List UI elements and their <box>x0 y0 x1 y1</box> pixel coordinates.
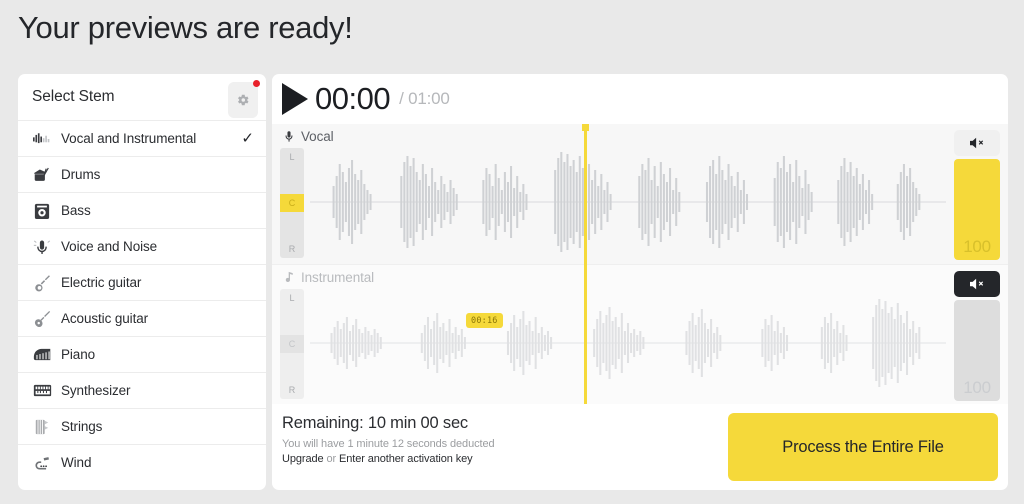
sidebar-item-label: Bass <box>61 203 91 218</box>
electric-guitar-icon <box>32 273 52 293</box>
volume-column-vocal: 100 <box>954 130 1000 260</box>
drums-icon <box>32 165 52 185</box>
track-instrumental-header: Instrumental <box>281 269 374 285</box>
playhead-handle[interactable] <box>582 124 589 131</box>
play-icon[interactable] <box>282 83 308 115</box>
volume-column-instrumental: 100 <box>954 271 1000 401</box>
sidebar-header: Select Stem <box>18 74 266 120</box>
sidebar-item-vocal-and-instrumental[interactable]: Vocal and Instrumental ✓ <box>18 120 266 156</box>
pan-handle[interactable]: C <box>280 194 304 212</box>
track-name: Instrumental <box>301 269 375 285</box>
sidebar-item-label: Strings <box>61 419 103 434</box>
speaker-mute-icon <box>970 137 984 149</box>
pan-right-label: R <box>288 385 296 395</box>
sidebar-item-label: Vocal and Instrumental <box>61 131 197 146</box>
mute-button-instrumental[interactable] <box>954 271 1000 297</box>
volume-value: 100 <box>963 378 991 397</box>
select-stem-panel: Select Stem Vocal and Instrumental ✓ Dru… <box>18 74 266 490</box>
footer: Remaining: 10 min 00 sec You will have 1… <box>272 404 1008 490</box>
activation-key-link[interactable]: Enter another activation key <box>339 453 473 465</box>
acoustic-guitar-icon <box>32 309 52 329</box>
pan-slider-instrumental[interactable]: L C R <box>280 289 304 399</box>
sidebar-item-bass[interactable]: Bass <box>18 192 266 228</box>
process-entire-file-button[interactable]: Process the Entire File <box>728 413 998 481</box>
sidebar-item-synthesizer[interactable]: Synthesizer <box>18 372 266 408</box>
pan-right-label: R <box>288 244 296 254</box>
sidebar-item-electric-guitar[interactable]: Electric guitar <box>18 264 266 300</box>
speaker-mute-icon <box>970 278 984 290</box>
bass-amp-icon <box>32 201 52 221</box>
volume-value: 100 <box>963 237 991 256</box>
waveform-instrumental[interactable] <box>310 287 946 399</box>
sidebar-item-voice-and-noise[interactable]: Voice and Noise <box>18 228 266 264</box>
selected-check-icon: ✓ <box>241 130 254 147</box>
sidebar-item-label: Drums <box>61 167 101 182</box>
wind-instrument-icon <box>32 453 52 473</box>
music-note-icon <box>281 269 297 285</box>
sidebar-item-strings[interactable]: Strings <box>18 408 266 444</box>
sidebar-item-label: Wind <box>61 455 92 470</box>
remaining-time: Remaining: 10 min 00 sec <box>282 414 468 432</box>
pan-left-label: L <box>289 152 295 162</box>
piano-icon <box>32 345 52 365</box>
player-header: 00:00 / 01:00 <box>272 74 1008 124</box>
settings-button[interactable] <box>228 80 260 118</box>
pan-handle[interactable]: C <box>280 335 304 353</box>
track-name: Vocal <box>301 128 334 144</box>
gear-icon <box>238 94 249 106</box>
microphone-icon <box>32 237 52 257</box>
waveform-icon <box>32 129 52 149</box>
sidebar-item-acoustic-guitar[interactable]: Acoustic guitar <box>18 300 266 336</box>
mute-button-vocal[interactable] <box>954 130 1000 156</box>
preview-player-panel: 00:00 / 01:00 Vocal L C R 100 Instrument… <box>272 74 1008 490</box>
or-text: or <box>323 453 339 465</box>
footer-links: Upgrade or Enter another activation key <box>282 453 473 465</box>
waveform-vocal[interactable] <box>310 146 946 258</box>
sidebar-item-label: Electric guitar <box>61 275 142 290</box>
strings-icon <box>32 417 52 437</box>
total-time: / 01:00 <box>399 89 450 108</box>
sidebar-item-wind[interactable]: Wind <box>18 444 266 480</box>
microphone-icon <box>281 128 297 144</box>
timeline-hover-tooltip: 00:16 <box>466 313 503 328</box>
pan-left-label: L <box>289 293 295 303</box>
playhead[interactable] <box>582 124 589 404</box>
sidebar-item-label: Acoustic guitar <box>61 311 149 326</box>
synthesizer-icon <box>32 381 52 401</box>
sidebar-item-label: Voice and Noise <box>61 239 158 254</box>
upgrade-link[interactable]: Upgrade <box>282 453 324 465</box>
volume-slider-vocal[interactable]: 100 <box>954 159 1000 260</box>
pan-slider-vocal[interactable]: L C R <box>280 148 304 258</box>
notification-dot <box>253 80 260 87</box>
sidebar-item-label: Synthesizer <box>61 383 131 398</box>
sidebar-item-drums[interactable]: Drums <box>18 156 266 192</box>
track-vocal-header: Vocal <box>281 128 334 144</box>
sidebar-item-label: Piano <box>61 347 96 362</box>
track-vocal: Vocal L C R 100 <box>272 124 1008 264</box>
page-title: Your previews are ready! <box>18 10 353 45</box>
current-time: 00:00 <box>315 81 391 116</box>
sidebar-title: Select Stem <box>32 88 115 105</box>
sidebar-item-piano[interactable]: Piano <box>18 336 266 372</box>
deduction-note: You will have 1 minute 12 seconds deduct… <box>282 438 495 450</box>
track-instrumental: Instrumental L C R 100 <box>272 264 1008 404</box>
volume-slider-instrumental[interactable]: 100 <box>954 300 1000 401</box>
